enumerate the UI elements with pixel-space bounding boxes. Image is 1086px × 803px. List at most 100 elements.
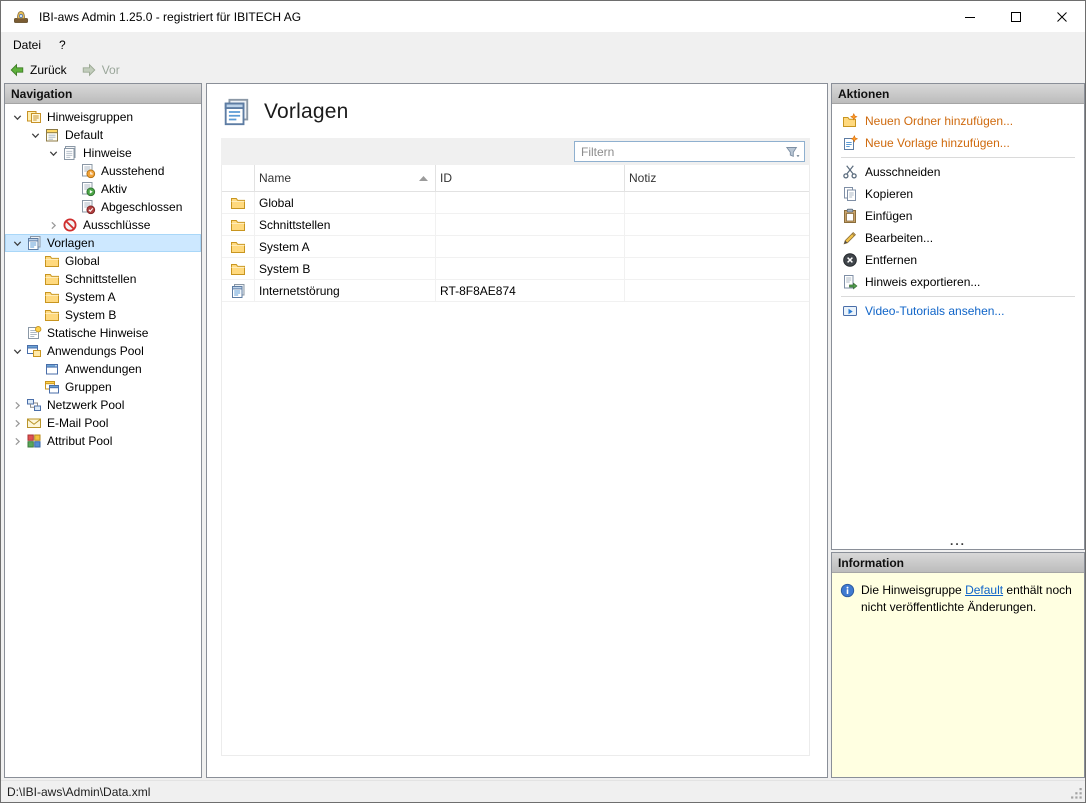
- cell-id: [436, 236, 625, 257]
- tree-item-default[interactable]: Default: [5, 126, 201, 144]
- app-window: IBI-aws Admin 1.25.0 - registriert für I…: [0, 0, 1086, 803]
- new-folder-icon: [842, 113, 858, 129]
- column-header-id[interactable]: ID: [436, 165, 625, 191]
- video-icon: [842, 303, 858, 319]
- tree-item-global[interactable]: Global: [5, 252, 201, 270]
- attribut-pool-icon: [26, 433, 42, 449]
- cut-icon: [842, 164, 858, 180]
- content-panel: Vorlagen NameIDNotiz Global Schnittstell…: [206, 83, 828, 778]
- folder-icon: [230, 217, 246, 233]
- action-neuen-ordner-hinzuf-gen[interactable]: Neuen Ordner hinzufügen...: [832, 110, 1084, 132]
- tree-item-system-a[interactable]: System A: [5, 288, 201, 306]
- chevron-right-icon[interactable]: [45, 217, 62, 234]
- action-bearbeiten[interactable]: Bearbeiten...: [832, 227, 1084, 249]
- tree-item-hinweise[interactable]: Hinweise: [5, 144, 201, 162]
- tree-item-statische-hinweise[interactable]: Statische Hinweise: [5, 324, 201, 342]
- folder-icon: [44, 271, 60, 287]
- status-bar: D:\IBI-aws\Admin\Data.xml: [1, 780, 1085, 802]
- menu-item-idx1[interactable]: ?: [50, 32, 75, 57]
- page-title: Vorlagen: [264, 100, 349, 123]
- tree-item-hinweisgruppen[interactable]: Hinweisgruppen: [5, 108, 201, 126]
- tree-item-ausstehend[interactable]: Ausstehend: [5, 162, 201, 180]
- chevron-down-icon[interactable]: [27, 127, 44, 144]
- information-body: Die Hinweisgruppe Default enthält noch n…: [832, 573, 1084, 777]
- tree-item-abgeschlossen[interactable]: Abgeschlossen: [5, 198, 201, 216]
- filter-input[interactable]: [575, 142, 785, 161]
- back-button[interactable]: Zurück: [3, 60, 73, 80]
- menubar: Datei?: [1, 32, 1085, 57]
- filter-band: [221, 138, 810, 165]
- cell-id: [436, 192, 625, 213]
- action-hinweis-exportieren[interactable]: Hinweis exportieren...: [832, 271, 1084, 293]
- cell-name: Internetstörung: [255, 280, 436, 301]
- maximize-button[interactable]: [993, 1, 1039, 32]
- anwendungs-pool-icon: [26, 343, 42, 359]
- app-icon[interactable]: [13, 9, 29, 25]
- chevron-right-icon[interactable]: [9, 415, 26, 432]
- table-row-system-a[interactable]: System A: [222, 236, 809, 258]
- folder-icon: [230, 195, 246, 211]
- action-neue-vorlage-hinzuf-gen[interactable]: Neue Vorlage hinzufügen...: [832, 132, 1084, 154]
- minimize-button[interactable]: [947, 1, 993, 32]
- column-header-notiz[interactable]: Notiz: [625, 165, 809, 191]
- table-row-system-b[interactable]: System B: [222, 258, 809, 280]
- hinweis-aktiv-icon: [80, 181, 96, 197]
- window-controls: [947, 1, 1085, 32]
- action-video-tutorials-ansehen[interactable]: Video-Tutorials ansehen...: [832, 300, 1084, 322]
- tree-item-anwendungen[interactable]: Anwendungen: [5, 360, 201, 378]
- table-row-global[interactable]: Global: [222, 192, 809, 214]
- info-text-before: Die Hinweisgruppe: [861, 583, 966, 597]
- action-entfernen[interactable]: Entfernen: [832, 249, 1084, 271]
- chevron-down-icon[interactable]: [45, 145, 62, 162]
- actions-panel: Aktionen Neuen Ordner hinzufügen... Neue …: [831, 83, 1085, 550]
- actions-list: Neuen Ordner hinzufügen... Neue Vorlage h…: [832, 104, 1084, 549]
- column-header-icon[interactable]: [222, 165, 255, 191]
- toolbar: Zurück Vor: [1, 57, 1085, 83]
- chevron-down-icon[interactable]: [9, 235, 26, 252]
- resize-grip-icon[interactable]: [1070, 787, 1083, 800]
- chevron-down-icon[interactable]: [9, 109, 26, 126]
- close-button[interactable]: [1039, 1, 1085, 32]
- tree-item-attribut-pool[interactable]: Attribut Pool: [5, 432, 201, 450]
- vorlagen-icon: [26, 235, 42, 251]
- menu-item-datei[interactable]: Datei: [4, 32, 50, 57]
- tree-item-system-b[interactable]: System B: [5, 306, 201, 324]
- chevron-right-icon[interactable]: [9, 433, 26, 450]
- tree-item-e-mail-pool[interactable]: E-Mail Pool: [5, 414, 201, 432]
- hinweisgruppen-icon: [26, 109, 42, 125]
- tree-item-gruppen[interactable]: Gruppen: [5, 378, 201, 396]
- action-einf-gen[interactable]: Einfügen: [832, 205, 1084, 227]
- tree-item-anwendungs-pool[interactable]: Anwendungs Pool: [5, 342, 201, 360]
- tree-item-label: Ausstehend: [101, 164, 165, 178]
- action-ausschneiden[interactable]: Ausschneiden: [832, 161, 1084, 183]
- content-header: Vorlagen: [207, 84, 827, 127]
- actions-header: Aktionen: [832, 84, 1084, 104]
- tree-item-label: Default: [65, 128, 104, 142]
- tree-item-vorlagen[interactable]: Vorlagen: [5, 234, 201, 252]
- default-group-link[interactable]: Default: [965, 583, 1003, 597]
- window-title: IBI-aws Admin 1.25.0 - registriert für I…: [39, 9, 302, 24]
- forward-button[interactable]: Vor: [75, 60, 126, 80]
- tree-item-label: Ausschlüsse: [83, 218, 151, 232]
- chevron-down-icon[interactable]: [9, 343, 26, 360]
- tree-item-ausschl-sse[interactable]: Ausschlüsse: [5, 216, 201, 234]
- tree-item-netzwerk-pool[interactable]: Netzwerk Pool: [5, 396, 201, 414]
- tree-item-label: Gruppen: [65, 380, 112, 394]
- column-header-name[interactable]: Name: [255, 165, 436, 191]
- copy-icon: [842, 186, 858, 202]
- chevron-right-icon[interactable]: [9, 397, 26, 414]
- filter-icon[interactable]: [785, 145, 800, 159]
- folder-icon: [230, 239, 246, 255]
- table-row-schnittstellen[interactable]: Schnittstellen: [222, 214, 809, 236]
- table-row-internetst-rung[interactable]: Internetstörung RT-8F8AE874: [222, 280, 809, 302]
- action-kopieren[interactable]: Kopieren: [832, 183, 1084, 205]
- actions-splitter[interactable]: ...: [832, 535, 1084, 549]
- tree-item-aktiv[interactable]: Aktiv: [5, 180, 201, 198]
- tree-item-schnittstellen[interactable]: Schnittstellen: [5, 270, 201, 288]
